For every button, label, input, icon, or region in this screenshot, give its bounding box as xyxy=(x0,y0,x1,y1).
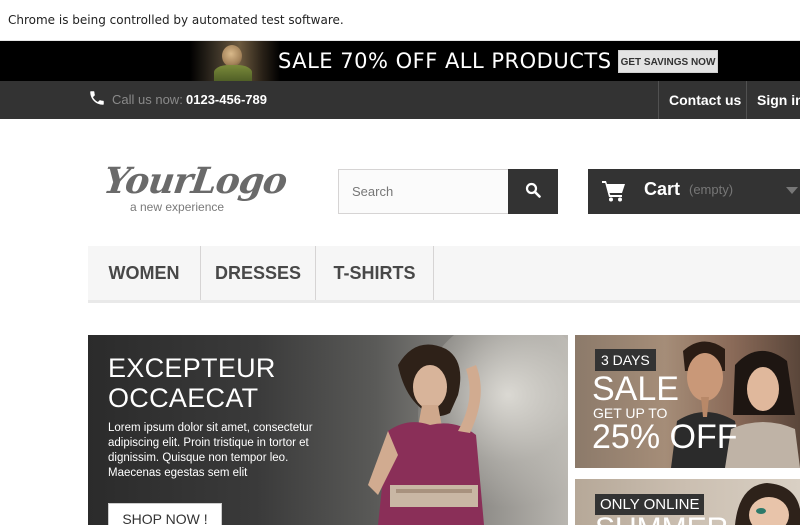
sale-banner[interactable]: 3 DAYS SALE GET UP TO 25% OFF xyxy=(575,335,800,468)
search-input[interactable] xyxy=(338,169,509,214)
sign-in-link[interactable]: Sign in xyxy=(746,81,800,119)
promo-model-image xyxy=(190,41,280,81)
hero-title: EXCEPTEUR OCCAECAT xyxy=(108,353,276,413)
hero-model-image xyxy=(338,335,518,525)
cart-button[interactable]: Cart (empty) xyxy=(588,169,800,214)
cart-icon xyxy=(602,180,626,202)
automation-notice: Chrome is being controlled by automated … xyxy=(8,13,344,27)
search-icon xyxy=(525,182,541,201)
shop-now-button[interactable]: SHOP NOW ! xyxy=(108,503,222,525)
search-button[interactable] xyxy=(508,169,558,214)
top-nav-bar: Call us now: 0123-456-789 Contact us Sig… xyxy=(0,81,800,119)
menu-item-women[interactable]: WOMEN xyxy=(88,246,201,300)
chevron-down-icon xyxy=(786,187,798,194)
discount-text: 25% OFF xyxy=(592,418,738,456)
get-savings-button[interactable]: GET SAVINGS NOW xyxy=(618,50,718,73)
summer-banner[interactable]: ONLY ONLINE SUMMER xyxy=(575,479,800,525)
summer-headline: SUMMER xyxy=(595,513,728,525)
hero-slide[interactable]: EXCEPTEUR OCCAECAT Lorem ipsum dolor sit… xyxy=(88,335,568,525)
hero-title-line2: OCCAECAT xyxy=(108,383,259,413)
sale-headline: SALE xyxy=(592,370,679,408)
hero-body-text: Lorem ipsum dolor sit amet, consectetur … xyxy=(108,422,313,479)
promo-text: SALE 70% OFF ALL PRODUCTS xyxy=(278,49,612,73)
phone-number: 0123-456-789 xyxy=(186,92,267,107)
logo-tagline: a new experience xyxy=(130,200,225,214)
promo-banner[interactable]: SALE 70% OFF ALL PRODUCTS GET SAVINGS NO… xyxy=(0,41,800,81)
contact-us-link[interactable]: Contact us xyxy=(658,81,747,119)
menu-item-dresses[interactable]: DRESSES xyxy=(201,246,316,300)
site-logo[interactable]: YourLogo a new experience xyxy=(101,158,289,218)
three-days-badge: 3 DAYS xyxy=(595,349,656,371)
menu-item-tshirts[interactable]: T-SHIRTS xyxy=(316,246,434,300)
hero-title-line1: EXCEPTEUR xyxy=(108,353,276,383)
cart-label: Cart xyxy=(644,179,681,199)
main-menu: WOMEN DRESSES T-SHIRTS xyxy=(88,246,800,303)
cart-status: (empty) xyxy=(689,182,734,197)
automation-infobar: Chrome is being controlled by automated … xyxy=(0,0,800,41)
call-us-label: Call us now: xyxy=(112,92,183,107)
phone-icon xyxy=(88,89,106,107)
logo-wordmark: YourLogo xyxy=(101,160,290,202)
